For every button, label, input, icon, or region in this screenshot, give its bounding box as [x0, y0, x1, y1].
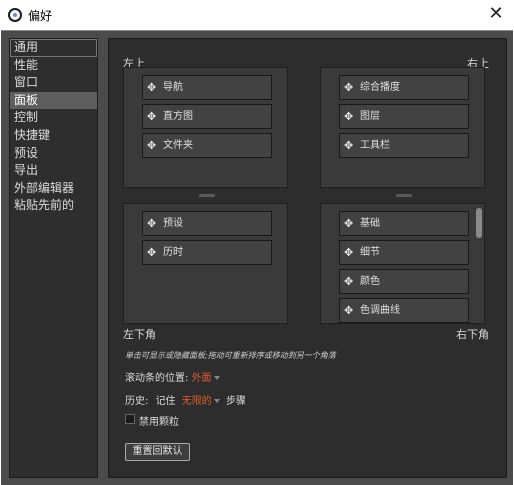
scroll-position-row: 滚动条的位置: 外面 — [125, 369, 220, 384]
panel-folder-button[interactable]: ✥ 文件夹 — [142, 133, 272, 158]
move-icon: ✥ — [344, 275, 354, 288]
sidebar-item-general[interactable]: 通用 — [10, 39, 97, 57]
disable-particles-checkbox[interactable] — [125, 414, 135, 424]
move-icon: ✥ — [344, 246, 354, 259]
panel-toolbar-button[interactable]: ✥ 工具栏 — [339, 133, 469, 158]
chevron-down-icon — [213, 399, 220, 403]
panel-basic-button[interactable]: ✥ 基础 — [339, 211, 469, 236]
history-label: 历史: — [125, 396, 149, 407]
sidebar-item-shortcuts[interactable]: 快捷键 — [10, 127, 97, 145]
panel-label: 颜色 — [360, 276, 380, 287]
chevron-down-icon — [213, 376, 220, 380]
resize-grip[interactable] — [199, 194, 215, 197]
disable-particles-label: 禁用颗粒 — [139, 417, 179, 428]
scroll-position-value: 外面 — [191, 373, 212, 384]
sidebar-item-controls[interactable]: 控制 — [10, 109, 97, 127]
panel-dock-bottom-left: ✥ 预设 ✥ 历时 — [123, 203, 288, 324]
panel-histogram-button[interactable]: ✥ 直方图 — [142, 104, 272, 129]
panel-dock-top-right: ✥ 综合播度 ✥ 图层 ✥ 工具栏 — [320, 67, 485, 188]
panel-label: 细节 — [360, 247, 380, 258]
sidebar-item-presets[interactable]: 预设 — [10, 145, 97, 163]
scroll-position-dropdown[interactable]: 外面 — [192, 373, 220, 384]
move-icon: ✥ — [344, 139, 354, 152]
panel-navigator-button[interactable]: ✥ 导航 — [142, 75, 272, 100]
resize-grip[interactable] — [396, 194, 412, 197]
history-steps-value: 无限的 — [181, 396, 212, 407]
sidebar-item-paste-previous[interactable]: 粘贴先前的 — [10, 197, 97, 215]
reset-defaults-button[interactable]: 重置回默认 — [125, 443, 190, 461]
app-logo-icon — [8, 8, 22, 22]
sidebar-item-export[interactable]: 导出 — [10, 162, 97, 180]
panel-dock-top-left: ✥ 导航 ✥ 直方图 ✥ 文件夹 — [123, 67, 288, 188]
panel-history-button[interactable]: ✥ 历时 — [142, 240, 272, 265]
move-icon: ✥ — [344, 304, 354, 317]
sidebar-item-external-editor[interactable]: 外部编辑器 — [10, 180, 97, 198]
title-bar: 偏好 ✕ — [0, 0, 514, 30]
history-row: 历史: 记住 无限的 步骤 — [125, 392, 246, 407]
history-remember-label: 记住 — [155, 396, 176, 407]
sidebar-item-window[interactable]: 窗口 — [10, 74, 97, 92]
panel-metadata-button[interactable]: ✥ 综合播度 — [339, 75, 469, 100]
move-icon: ✥ — [147, 110, 157, 123]
panel-dock-bottom-right: ✥ 基础 ✥ 细节 ✥ 颜色 ✥ 色调曲线 — [320, 203, 485, 324]
panel-label: 基础 — [360, 218, 380, 229]
panel-tone-curve-button[interactable]: ✥ 色调曲线 — [339, 298, 469, 323]
sidebar-item-panels[interactable]: 面板 — [10, 91, 97, 110]
panel-color-button[interactable]: ✥ 颜色 — [339, 269, 469, 294]
close-button[interactable]: ✕ — [484, 3, 508, 25]
window-title: 偏好 — [28, 9, 53, 23]
panel-detail-button[interactable]: ✥ 细节 — [339, 240, 469, 265]
move-icon: ✥ — [147, 139, 157, 152]
panel-label: 预设 — [163, 218, 183, 229]
move-icon: ✥ — [147, 81, 157, 94]
move-icon: ✥ — [147, 217, 157, 230]
history-unit-label: 步骤 — [225, 396, 246, 407]
panel-layers-button[interactable]: ✥ 图层 — [339, 104, 469, 129]
move-icon: ✥ — [344, 81, 354, 94]
panel-hint-text: 单击可显示或隐藏面板;拖动可重新排序或移动到另一个角落 — [125, 351, 336, 360]
sidebar-item-performance[interactable]: 性能 — [10, 57, 97, 75]
scrollbar-thumb[interactable] — [476, 208, 482, 238]
corner-label-bottom-right: 右下角 — [456, 328, 489, 341]
move-icon: ✥ — [344, 110, 354, 123]
panel-label: 历时 — [163, 247, 183, 258]
panel-label: 图层 — [360, 111, 380, 122]
sidebar: 通用 性能 窗口 面板 控制 快捷键 预设 导出 外部编辑器 粘贴先前的 — [9, 38, 98, 478]
panel-label: 色调曲线 — [360, 305, 400, 316]
panel-label: 综合播度 — [360, 82, 400, 93]
corner-label-bottom-left: 左下角 — [123, 328, 156, 341]
history-steps-dropdown[interactable]: 无限的 — [182, 396, 220, 407]
panel-label: 工具栏 — [360, 140, 390, 151]
scroll-position-label: 滚动条的位置: — [125, 373, 189, 384]
panel-label: 导航 — [163, 82, 183, 93]
move-icon: ✥ — [147, 246, 157, 259]
panel-presets-button[interactable]: ✥ 预设 — [142, 211, 272, 236]
panel-label: 直方图 — [163, 111, 193, 122]
panel-label: 文件夹 — [163, 140, 193, 151]
move-icon: ✥ — [344, 217, 354, 230]
